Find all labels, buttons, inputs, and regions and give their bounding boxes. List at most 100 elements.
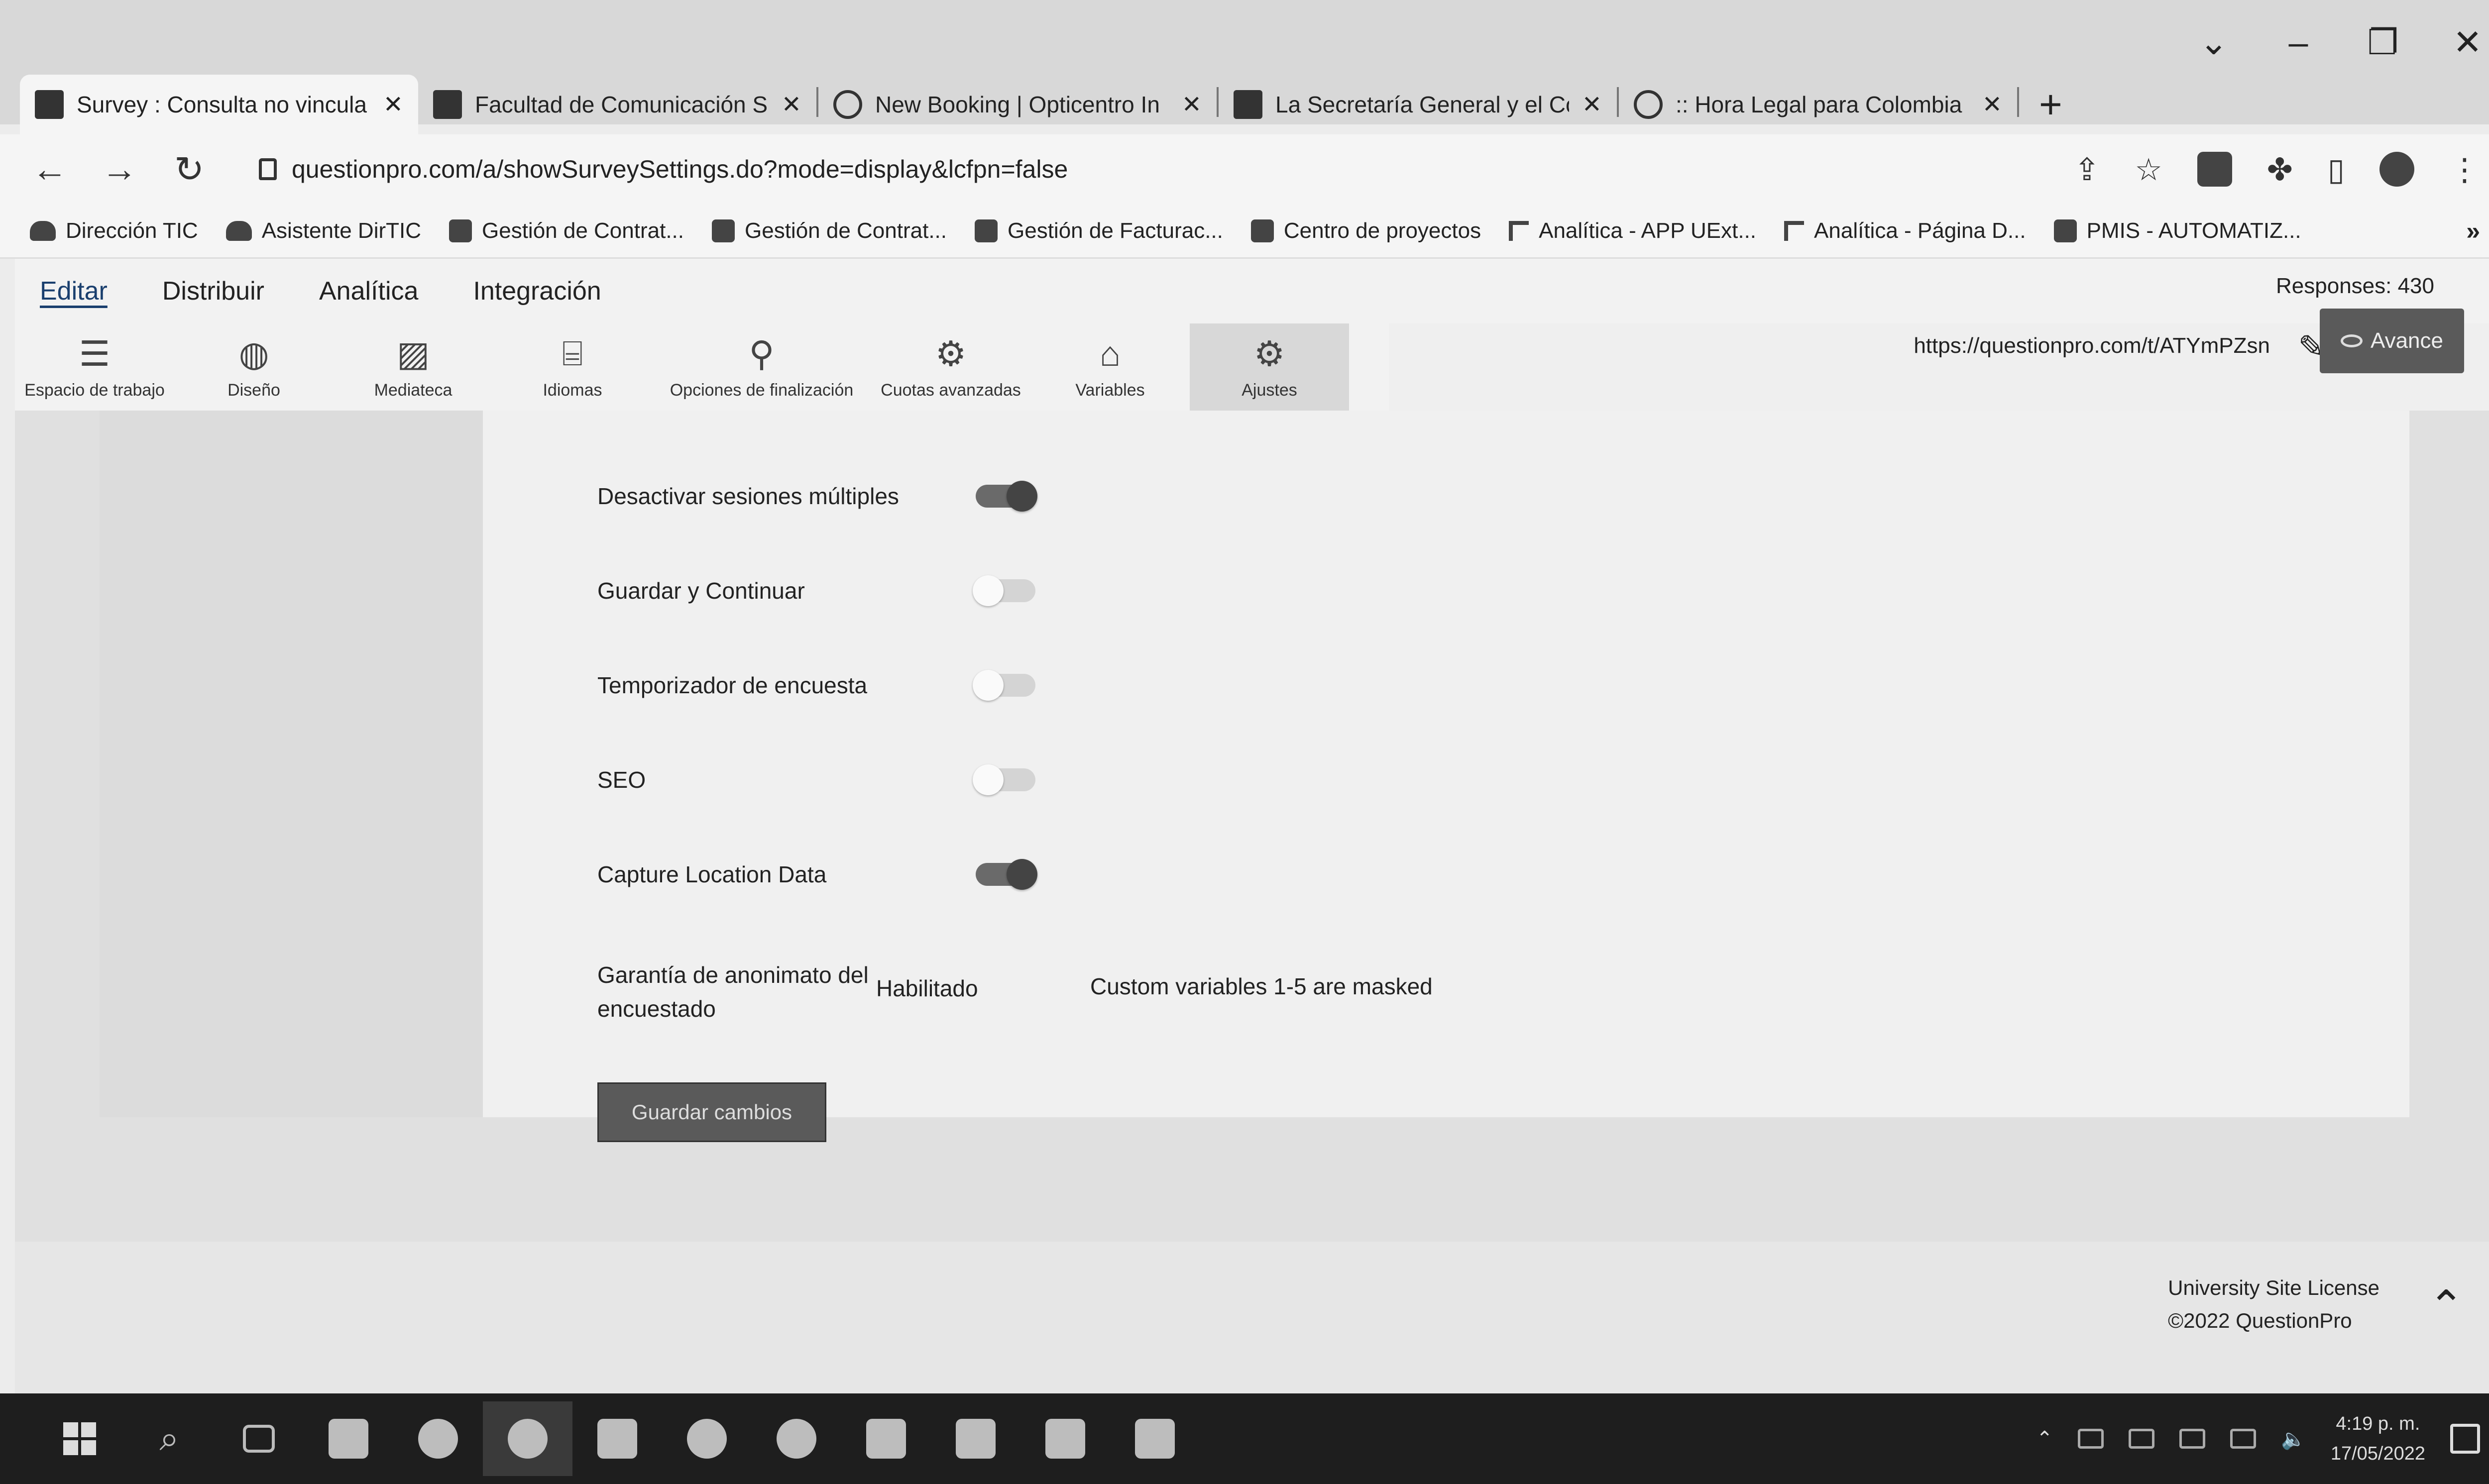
survey-url[interactable]: https://questionpro.com/t/ATYmPZsn [1914, 333, 2270, 358]
tray-app-icon[interactable] [2078, 1429, 2104, 1449]
bookmark-item[interactable]: Dirección TIC [30, 218, 198, 243]
save-changes-button[interactable]: Guardar cambios [597, 1082, 826, 1142]
taskbar-outlook[interactable] [572, 1401, 662, 1476]
address-bar[interactable]: questionpro.com/a/showSurveySettings.do?… [239, 144, 2044, 194]
bookmark-label: PMIS - AUTOMATIZ... [2086, 218, 2301, 243]
windows-logo-icon [63, 1422, 96, 1455]
location-data-toggle[interactable] [976, 859, 1037, 890]
bookmark-item[interactable]: Gestión de Facturac... [975, 218, 1223, 243]
close-icon[interactable]: ✕ [782, 91, 801, 118]
close-icon[interactable]: ✕ [1182, 91, 1202, 118]
bookmark-label: Gestión de Contrat... [482, 218, 684, 243]
puzzle-extensions-icon[interactable]: ✤ [2267, 151, 2293, 188]
bookmark-item[interactable]: Analítica - APP UExt... [1509, 218, 1756, 243]
clock-time: 4:19 p. m. [2336, 1413, 2420, 1434]
extension-icon[interactable] [2197, 152, 2232, 187]
back-arrow-icon[interactable]: ← [30, 149, 70, 190]
menu-analitica[interactable]: Analítica [319, 276, 418, 306]
taskbar-edge[interactable] [393, 1401, 483, 1476]
forward-arrow-icon[interactable]: → [100, 149, 139, 190]
onedrive-icon[interactable] [2179, 1429, 2205, 1449]
questionpro-favicon-icon [35, 90, 64, 119]
menu-distribuir[interactable]: Distribuir [162, 276, 264, 306]
close-icon[interactable]: ✕ [1982, 91, 2002, 118]
minimize-button[interactable]: – [2271, 15, 2326, 70]
restore-button[interactable]: ❐ [2356, 15, 2410, 70]
preview-button[interactable]: Avance [2320, 309, 2464, 373]
responses-count: Responses: 430 [2276, 274, 2434, 298]
bookmark-item[interactable]: Analítica - Página D... [1784, 218, 2026, 243]
clock[interactable]: 4:19 p. m. 17/05/2022 [2331, 1409, 2425, 1469]
taskbar-app[interactable] [662, 1401, 752, 1476]
close-icon[interactable]: ✕ [1582, 91, 1602, 118]
settings-panel: Desactivar sesiones múltiples Guardar y … [483, 411, 2409, 1142]
bookmark-item[interactable]: Asistente DirTIC [226, 218, 421, 243]
reload-icon[interactable]: ↻ [169, 148, 209, 190]
bookmark-item[interactable]: Gestión de Contrat... [449, 218, 684, 243]
toolbar-settings[interactable]: ⚙ Ajustes [1190, 323, 1349, 411]
taskbar-explorer[interactable] [304, 1401, 393, 1476]
shield-icon [866, 1419, 906, 1459]
toolbar-label: Variables [1075, 381, 1145, 400]
new-tab-button[interactable]: + [2019, 75, 2082, 134]
task-view-icon [243, 1425, 275, 1453]
taskbar-excel[interactable] [931, 1401, 1020, 1476]
toolbar-design[interactable]: ◍ Diseño [174, 323, 334, 411]
chevron-up-icon[interactable]: ⌃ [2036, 1427, 2053, 1450]
seo-toggle[interactable] [973, 764, 1035, 795]
tab-search-chevron-icon[interactable]: ⌄ [2186, 15, 2241, 70]
toolbar-advanced-quotas[interactable]: ⚙ Cuotas avanzadas [871, 323, 1030, 411]
taskbar-chrome[interactable] [483, 1401, 572, 1476]
project-icon [1250, 219, 1274, 242]
toolbar-actions: ⇪ ☆ ✤ ▯ ⋮ [2074, 151, 2480, 188]
bookmark-item[interactable]: Centro de proyectos [1250, 218, 1481, 243]
app-icon [2053, 219, 2077, 242]
scroll-to-top-icon[interactable]: ⌃ [2428, 1281, 2464, 1331]
battery-icon[interactable] [2230, 1429, 2256, 1449]
toolbar-workspace[interactable]: ☰ Espacio de trabajo [15, 323, 174, 411]
tab-booking[interactable]: New Booking | Opticentro In ✕ [818, 75, 1217, 134]
search-button[interactable]: ⌕ [124, 1401, 214, 1476]
bookmark-star-icon[interactable]: ☆ [2135, 151, 2162, 188]
setting-label: Guardar y Continuar [597, 578, 805, 604]
multiple-sessions-toggle[interactable] [976, 481, 1037, 512]
gear-icon: ⚙ [1253, 334, 1285, 373]
taskbar-word[interactable] [1110, 1401, 1200, 1476]
share-icon[interactable]: ⇪ [2074, 151, 2100, 188]
clock-favicon-icon [1634, 90, 1663, 119]
survey-timer-toggle[interactable] [973, 670, 1035, 701]
toolbar-finish-options[interactable]: ⚲ Opciones de finalización [652, 323, 871, 411]
profile-avatar-icon[interactable] [2379, 152, 2414, 187]
anonymity-status[interactable]: Habilitado [876, 958, 1090, 1026]
close-icon[interactable]: ✕ [383, 91, 403, 118]
side-panel-icon[interactable]: ▯ [2328, 151, 2345, 188]
toolbar-languages[interactable]: ⌸ Idiomas [493, 323, 652, 411]
network-icon[interactable] [2129, 1429, 2154, 1449]
bookmark-item[interactable]: PMIS - AUTOMATIZ... [2053, 218, 2301, 243]
start-button[interactable] [35, 1401, 124, 1476]
menu-integracion[interactable]: Integración [473, 276, 601, 306]
save-continue-toggle[interactable] [973, 575, 1035, 606]
tab-strip: Survey : Consulta no vincula ✕ Facultad … [20, 70, 2082, 134]
tab-hora-legal[interactable]: :: Hora Legal para Colombia ✕ [1619, 75, 2017, 134]
task-view-button[interactable] [214, 1401, 304, 1476]
tab-secretaria[interactable]: La Secretaría General y el Co ✕ [1219, 75, 1617, 134]
taskbar-teams[interactable] [1020, 1401, 1110, 1476]
taskbar-app[interactable] [841, 1401, 931, 1476]
volume-icon[interactable]: 🔈 [2281, 1427, 2306, 1451]
excel-icon [956, 1419, 996, 1459]
tab-facultad[interactable]: Facultad de Comunicación S ✕ [418, 75, 816, 134]
tab-survey[interactable]: Survey : Consulta no vincula ✕ [20, 75, 418, 134]
notifications-icon[interactable] [2450, 1424, 2480, 1454]
more-menu-icon[interactable]: ⋮ [2449, 151, 2480, 188]
bookmark-label: Gestión de Facturac... [1008, 218, 1223, 243]
taskbar-app[interactable] [752, 1401, 841, 1476]
toolbar-label: Mediateca [374, 381, 453, 400]
bookmark-label: Analítica - Página D... [1814, 218, 2026, 243]
toolbar-media-library[interactable]: ▨ Mediateca [334, 323, 493, 411]
window-close-button[interactable]: ✕ [2440, 15, 2489, 70]
bookmark-item[interactable]: Gestión de Contrat... [712, 218, 947, 243]
bookmarks-overflow-button[interactable]: » [2466, 216, 2480, 245]
toolbar-variables[interactable]: ⌂ Variables [1030, 323, 1190, 411]
menu-editar[interactable]: Editar [40, 276, 108, 306]
